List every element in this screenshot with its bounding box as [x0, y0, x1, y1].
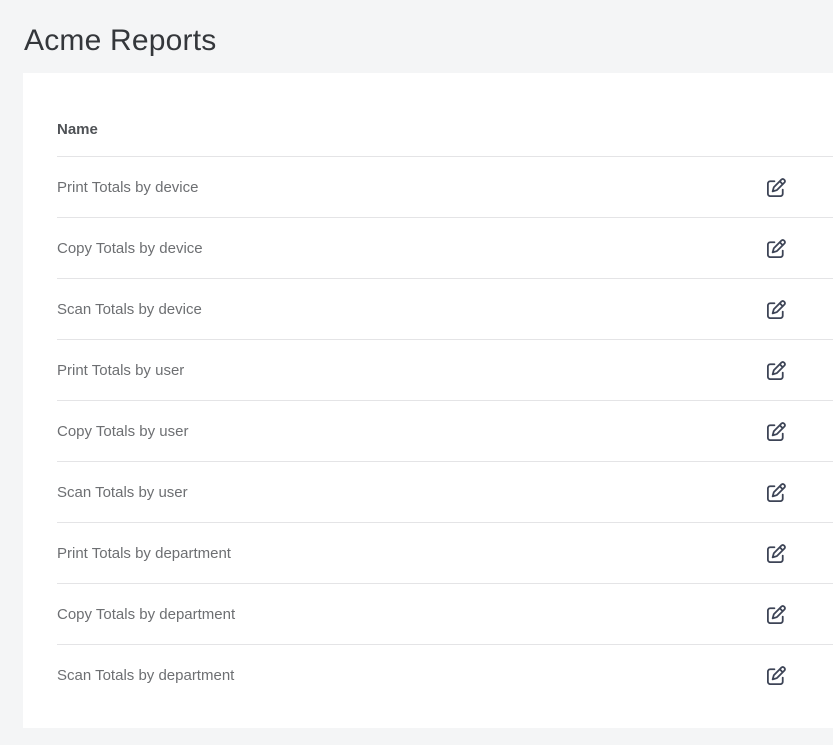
row-actions: [766, 421, 826, 441]
report-name: Print Totals by department: [57, 545, 766, 562]
report-name: Print Totals by device: [57, 179, 766, 196]
report-table: Name Print Totals by device: [57, 73, 833, 705]
table-header-row: Name: [57, 73, 833, 157]
report-table-body: Print Totals by device Copy Totals by de…: [57, 157, 833, 705]
row-actions: [766, 238, 826, 258]
pen-square-icon: [767, 422, 786, 441]
table-row: Scan Totals by department: [57, 645, 833, 705]
row-actions: [766, 604, 826, 624]
table-row: Copy Totals by department: [57, 584, 833, 645]
edit-report-button[interactable]: [766, 360, 786, 380]
edit-report-button[interactable]: [766, 482, 786, 502]
pen-square-icon: [767, 666, 786, 685]
table-row: Copy Totals by user: [57, 401, 833, 462]
pen-square-icon: [767, 361, 786, 380]
report-name: Scan Totals by department: [57, 667, 766, 684]
report-name: Print Totals by user: [57, 362, 766, 379]
pen-square-icon: [767, 544, 786, 563]
row-actions: [766, 482, 826, 502]
edit-report-button[interactable]: [766, 299, 786, 319]
row-actions: [766, 177, 826, 197]
table-row: Scan Totals by device: [57, 279, 833, 340]
edit-report-button[interactable]: [766, 177, 786, 197]
report-name: Copy Totals by device: [57, 240, 766, 257]
page-header: Acme Reports: [0, 0, 833, 73]
pen-square-icon: [767, 605, 786, 624]
table-row: Copy Totals by device: [57, 218, 833, 279]
pen-square-icon: [767, 300, 786, 319]
column-header-name: Name: [57, 121, 766, 138]
edit-report-button[interactable]: [766, 604, 786, 624]
row-actions: [766, 543, 826, 563]
edit-report-button[interactable]: [766, 543, 786, 563]
row-actions: [766, 299, 826, 319]
report-name: Scan Totals by device: [57, 301, 766, 318]
table-row: Scan Totals by user: [57, 462, 833, 523]
report-name: Scan Totals by user: [57, 484, 766, 501]
pen-square-icon: [767, 178, 786, 197]
row-actions: [766, 665, 826, 685]
table-row: Print Totals by device: [57, 157, 833, 218]
table-row: Print Totals by user: [57, 340, 833, 401]
table-row: Print Totals by department: [57, 523, 833, 584]
pen-square-icon: [767, 483, 786, 502]
row-actions: [766, 360, 826, 380]
edit-report-button[interactable]: [766, 421, 786, 441]
edit-report-button[interactable]: [766, 238, 786, 258]
page-title: Acme Reports: [24, 24, 216, 58]
report-name: Copy Totals by user: [57, 423, 766, 440]
report-name: Copy Totals by department: [57, 606, 766, 623]
pen-square-icon: [767, 239, 786, 258]
report-card: Name Print Totals by device: [23, 73, 833, 728]
edit-report-button[interactable]: [766, 665, 786, 685]
